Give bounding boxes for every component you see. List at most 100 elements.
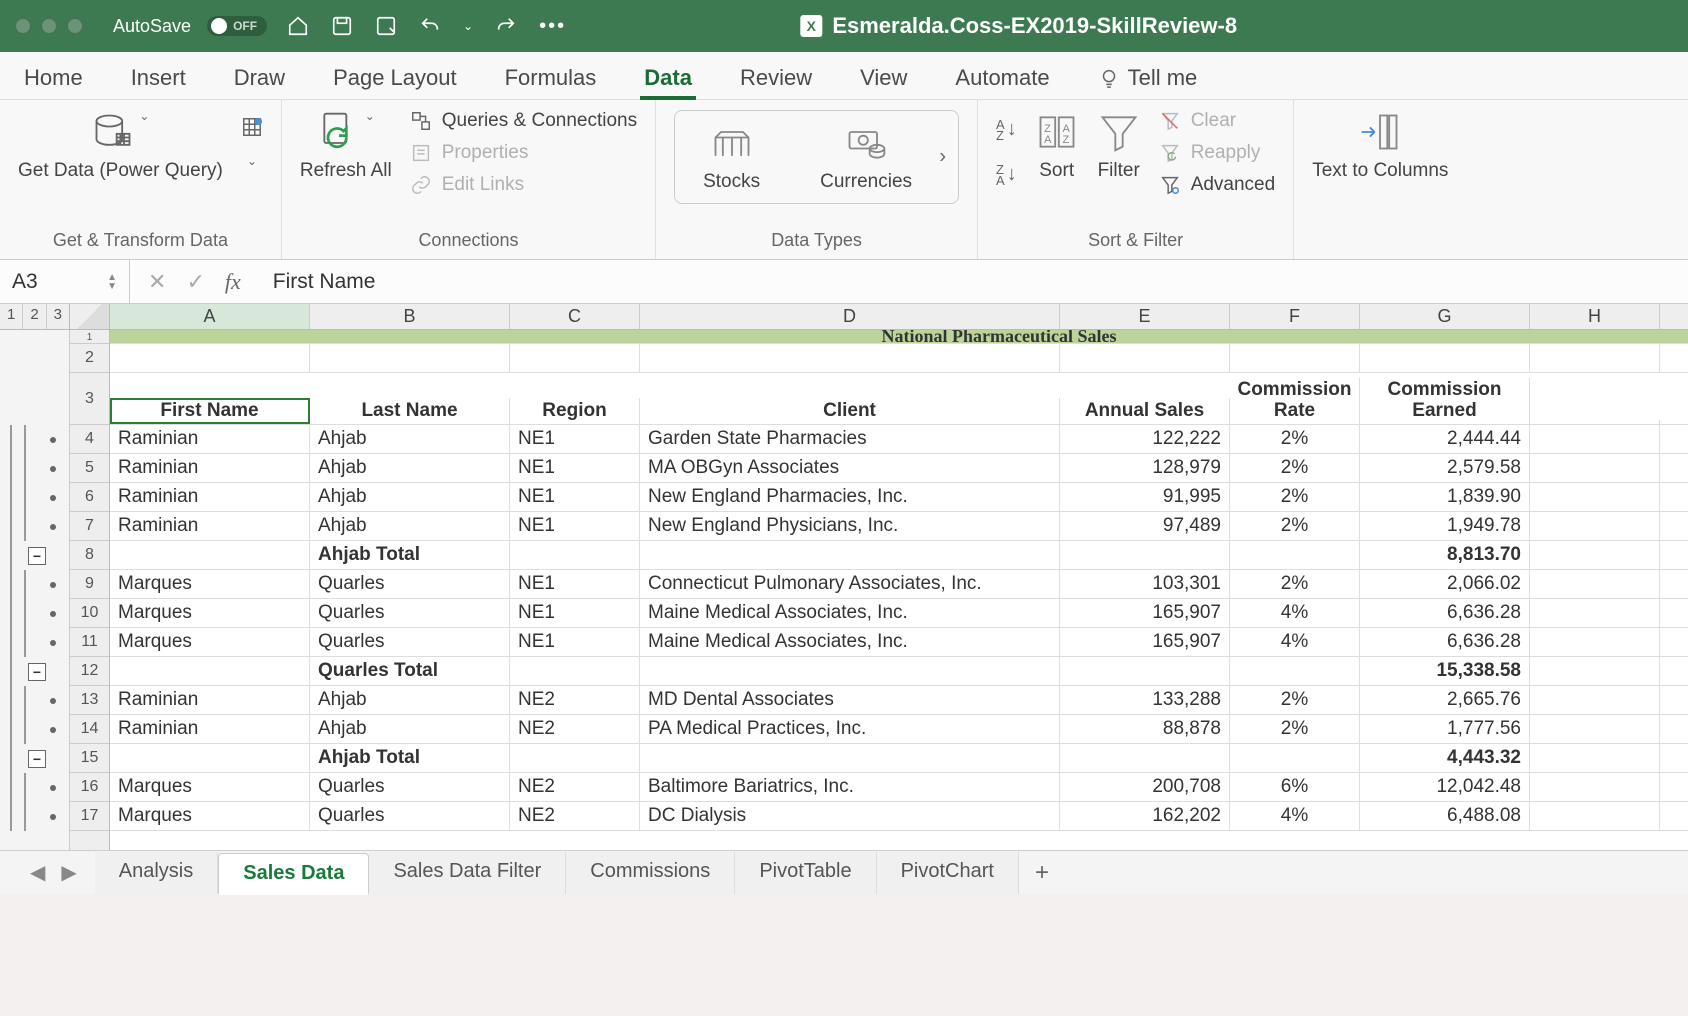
undo-dropdown-icon[interactable]: ⌄	[463, 19, 473, 33]
row-7[interactable]: 7	[70, 512, 109, 541]
get-data-button[interactable]: ⌄ Get Data (Power Query)	[18, 110, 223, 182]
save-icon[interactable]	[331, 15, 353, 37]
sheet-tab-sales-data[interactable]: Sales Data	[218, 853, 369, 895]
reapply-button[interactable]: Reapply	[1159, 142, 1276, 164]
zoom-icon[interactable]	[67, 18, 83, 34]
table-row[interactable]: Ahjab Total4,443.32	[110, 744, 1688, 773]
table-row[interactable]: MarquesQuarlesNE1Maine Medical Associate…	[110, 599, 1688, 628]
col-a[interactable]: A	[110, 304, 310, 329]
table-row[interactable]: RaminianAhjabNE1Garden State Pharmacies1…	[110, 425, 1688, 454]
sheet-tab-sales-data-filter[interactable]: Sales Data Filter	[369, 852, 566, 894]
more-icon[interactable]: •••	[539, 15, 566, 38]
sheet-tab-analysis[interactable]: Analysis	[95, 852, 218, 894]
clear-button[interactable]: Clear	[1159, 110, 1276, 132]
sort-za-button[interactable]: ZA↓	[996, 163, 1017, 186]
cancel-formula-icon[interactable]: ✕	[148, 269, 166, 295]
edit-links-button[interactable]: Edit Links	[410, 174, 637, 196]
collapse-icon[interactable]: −	[28, 547, 46, 565]
row-11[interactable]: 11	[70, 628, 109, 657]
sort-az-button[interactable]: AZ↓	[996, 118, 1017, 141]
refresh-all-button[interactable]: ⌄ Refresh All	[300, 110, 392, 182]
outline-column[interactable]: − − −	[0, 330, 70, 850]
autosave-toggle[interactable]: OFF	[207, 16, 267, 36]
queries-connections-button[interactable]: Queries & Connections	[410, 110, 637, 132]
text-to-columns-button[interactable]: Text to Columns	[1312, 110, 1448, 182]
chevron-down-icon[interactable]: ⌄	[247, 154, 257, 168]
table-row[interactable]: RaminianAhjabNE2PA Medical Practices, In…	[110, 715, 1688, 744]
formula-input[interactable]: First Name	[259, 270, 1688, 294]
home-icon[interactable]	[287, 15, 309, 37]
sheet-prev-icon[interactable]: ◀	[30, 860, 45, 885]
row-14[interactable]: 14	[70, 715, 109, 744]
row-4[interactable]: 4	[70, 425, 109, 454]
table-row[interactable]: RaminianAhjabNE1MA OBGyn Associates128,9…	[110, 454, 1688, 483]
currencies-button[interactable]: Currencies	[820, 121, 912, 193]
undo-icon[interactable]	[419, 15, 441, 37]
redo-icon[interactable]	[495, 15, 517, 37]
table-row[interactable]: MarquesQuarlesNE1Maine Medical Associate…	[110, 628, 1688, 657]
add-sheet-button[interactable]: +	[1019, 851, 1065, 895]
row-17[interactable]: 17	[70, 802, 109, 831]
row-13[interactable]: 13	[70, 686, 109, 715]
name-box[interactable]: A3 ▲▼	[0, 260, 130, 303]
col-h[interactable]: H	[1530, 304, 1660, 329]
chevron-right-icon[interactable]: ›	[939, 145, 946, 168]
enter-formula-icon[interactable]: ✓	[186, 269, 204, 295]
row-12[interactable]: 12	[70, 657, 109, 686]
row-10[interactable]: 10	[70, 599, 109, 628]
sheet-tab-pivottable[interactable]: PivotTable	[735, 852, 876, 894]
tab-formulas[interactable]: Formulas	[501, 57, 601, 99]
row-5[interactable]: 5	[70, 454, 109, 483]
table-row[interactable]: MarquesQuarlesNE1Connecticut Pulmonary A…	[110, 570, 1688, 599]
advanced-button[interactable]: Advanced	[1159, 174, 1276, 196]
row-9[interactable]: 9	[70, 570, 109, 599]
col-g[interactable]: G	[1360, 304, 1530, 329]
table-row[interactable]: Ahjab Total8,813.70	[110, 541, 1688, 570]
select-all-corner[interactable]	[70, 304, 110, 329]
col-b[interactable]: B	[310, 304, 510, 329]
tab-insert[interactable]: Insert	[127, 57, 190, 99]
col-d[interactable]: D	[640, 304, 1060, 329]
cell-a3[interactable]: First Name	[110, 398, 310, 424]
row-2-cells[interactable]	[110, 344, 1688, 373]
tab-home[interactable]: Home	[20, 57, 87, 99]
filter-button[interactable]: Filter	[1097, 110, 1141, 182]
close-icon[interactable]	[15, 18, 31, 34]
properties-button[interactable]: Properties	[410, 142, 637, 164]
sort-button[interactable]: ZAAZ Sort	[1035, 110, 1079, 182]
sheet-next-icon[interactable]: ▶	[61, 860, 76, 885]
table-row[interactable]: RaminianAhjabNE1New England Physicians, …	[110, 512, 1688, 541]
table-row[interactable]: RaminianAhjabNE2MD Dental Associates133,…	[110, 686, 1688, 715]
tab-draw[interactable]: Draw	[230, 57, 289, 99]
tab-data[interactable]: Data	[640, 57, 696, 99]
outline-levels[interactable]: 1 2 3	[0, 304, 70, 329]
namebox-spinner[interactable]: ▲▼	[107, 273, 117, 291]
tab-review[interactable]: Review	[736, 57, 816, 99]
col-f[interactable]: F	[1230, 304, 1360, 329]
tab-view[interactable]: View	[856, 57, 911, 99]
row-3[interactable]: 3	[70, 373, 109, 425]
tab-automate[interactable]: Automate	[951, 57, 1053, 99]
from-table-icon[interactable]	[241, 116, 263, 138]
col-c[interactable]: C	[510, 304, 640, 329]
fx-icon[interactable]: fx	[225, 269, 241, 295]
minimize-icon[interactable]	[41, 18, 57, 34]
collapse-icon[interactable]: −	[28, 750, 46, 768]
cells[interactable]: National Pharmaceutical Sales First Name…	[110, 330, 1688, 850]
collapse-icon[interactable]: −	[28, 663, 46, 681]
save-as-icon[interactable]	[375, 15, 397, 37]
data-types-gallery[interactable]: Stocks Currencies ›	[674, 110, 959, 204]
col-e[interactable]: E	[1060, 304, 1230, 329]
sheet-tab-commissions[interactable]: Commissions	[566, 852, 735, 894]
row-6[interactable]: 6	[70, 483, 109, 512]
table-row[interactable]: RaminianAhjabNE1New England Pharmacies, …	[110, 483, 1688, 512]
table-row[interactable]: MarquesQuarlesNE2Baltimore Bariatrics, I…	[110, 773, 1688, 802]
header-row-cells[interactable]: First Name Last Name Region Client Annua…	[110, 373, 1688, 425]
tell-me[interactable]: Tell me	[1094, 57, 1202, 99]
row-2[interactable]: 2	[70, 344, 109, 373]
row-8[interactable]: 8	[70, 541, 109, 570]
table-row[interactable]: Quarles Total15,338.58	[110, 657, 1688, 686]
table-row[interactable]: MarquesQuarlesNE2DC Dialysis162,2024%6,4…	[110, 802, 1688, 831]
row-15[interactable]: 15	[70, 744, 109, 773]
tab-page-layout[interactable]: Page Layout	[329, 57, 461, 99]
